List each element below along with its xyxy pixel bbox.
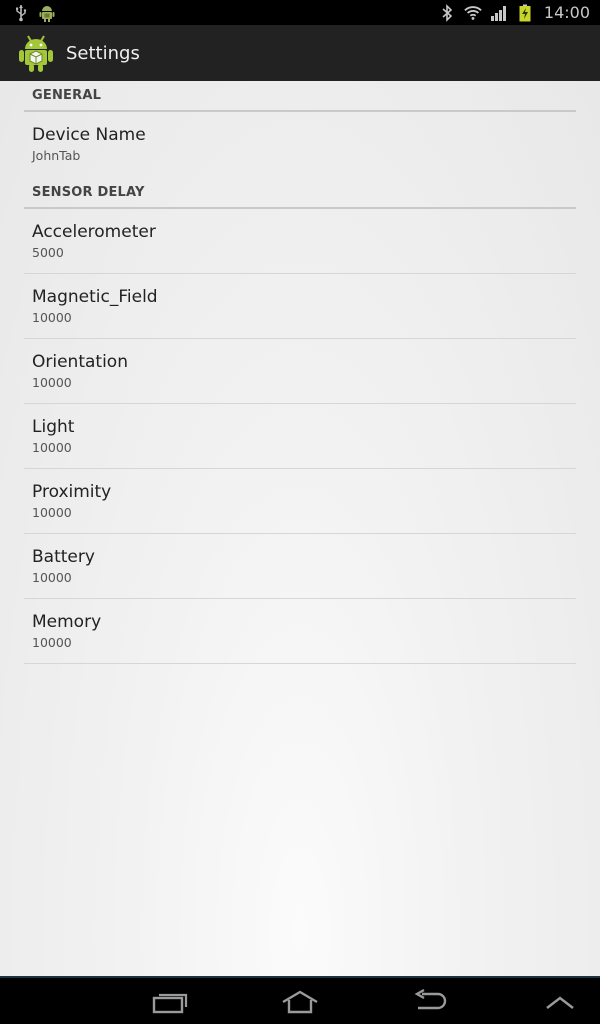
- category-general: GENERAL: [24, 81, 576, 112]
- pref-summary: JohnTab: [32, 148, 81, 163]
- usb-icon: [12, 4, 30, 22]
- pref-orientation[interactable]: Orientation 10000: [24, 339, 576, 404]
- pref-summary: 10000: [32, 310, 72, 325]
- status-bar: 14:00: [0, 0, 600, 25]
- page-title: Settings: [66, 42, 140, 64]
- pref-title: Battery: [32, 547, 95, 567]
- signal-icon: [490, 4, 508, 22]
- pref-battery[interactable]: Battery 10000: [24, 534, 576, 599]
- pref-title: Memory: [32, 612, 102, 632]
- pref-summary: 10000: [32, 635, 72, 650]
- settings-list: GENERAL Device Name JohnTab SENSOR DELAY…: [0, 81, 600, 976]
- pref-summary: 5000: [32, 245, 64, 260]
- pref-title: Accelerometer: [32, 222, 156, 242]
- navigation-bar: [0, 976, 600, 1024]
- menu-up-icon[interactable]: [540, 986, 580, 1018]
- home-icon[interactable]: [280, 986, 320, 1018]
- recent-apps-icon[interactable]: [150, 986, 190, 1018]
- pref-summary: 10000: [32, 505, 72, 520]
- back-icon[interactable]: [410, 986, 450, 1018]
- android-app-icon[interactable]: [16, 33, 56, 73]
- bluetooth-icon: [438, 3, 456, 22]
- pref-light[interactable]: Light 10000: [24, 404, 576, 469]
- category-sensor-delay: SENSOR DELAY: [24, 179, 576, 209]
- status-left-icons: [12, 4, 56, 22]
- pref-title: Device Name: [32, 125, 146, 145]
- pref-magnetic-field[interactable]: Magnetic_Field 10000: [24, 274, 576, 339]
- wifi-icon: [464, 4, 482, 22]
- pref-summary: 10000: [32, 570, 72, 585]
- action-bar: Settings: [0, 25, 600, 81]
- status-time: 14:00: [543, 3, 590, 22]
- android-notification-icon: [38, 4, 56, 22]
- battery-charging-icon: [516, 4, 534, 22]
- status-right-icons: 14:00: [438, 3, 590, 22]
- pref-summary: 10000: [32, 375, 72, 390]
- pref-proximity[interactable]: Proximity 10000: [24, 469, 576, 534]
- pref-title: Orientation: [32, 352, 128, 372]
- pref-title: Light: [32, 417, 75, 437]
- pref-accelerometer[interactable]: Accelerometer 5000: [24, 209, 576, 274]
- pref-memory[interactable]: Memory 10000: [24, 599, 576, 664]
- pref-title: Magnetic_Field: [32, 287, 158, 307]
- pref-title: Proximity: [32, 482, 112, 502]
- pref-summary: 10000: [32, 440, 72, 455]
- pref-device-name[interactable]: Device Name JohnTab: [24, 112, 576, 179]
